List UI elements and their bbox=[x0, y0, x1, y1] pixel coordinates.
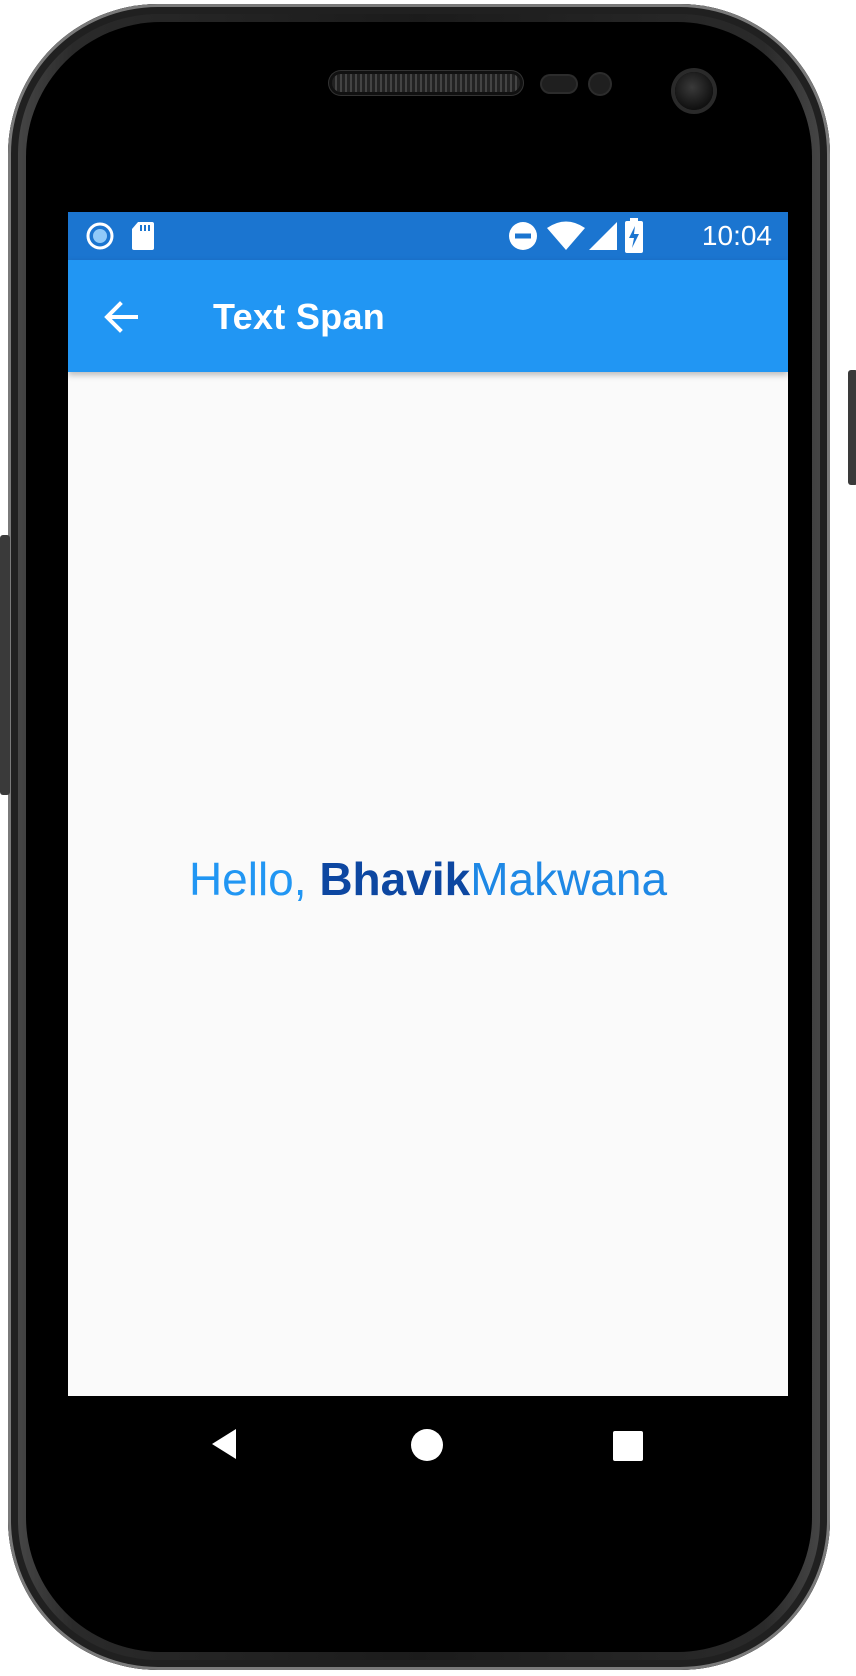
status-time: 10:04 bbox=[701, 220, 772, 251]
volume-button bbox=[0, 535, 10, 795]
page-title: Text Span bbox=[213, 296, 386, 337]
app-bar: Text Span bbox=[68, 260, 788, 372]
rich-text: Hello, BhavikMakwana bbox=[68, 852, 788, 906]
device-screen: 10:04 Text Span Hello, BhavikMakwana bbox=[68, 212, 788, 1492]
wifi-icon bbox=[547, 221, 585, 250]
recents-square-icon[interactable] bbox=[612, 1430, 644, 1462]
text-span-bhavik: Bhavik bbox=[319, 853, 471, 905]
navigation-bar bbox=[68, 1396, 788, 1492]
do-not-disturb-icon bbox=[509, 222, 537, 250]
signal-icon bbox=[589, 222, 617, 250]
power-button bbox=[848, 370, 856, 485]
text-span-hello: Hello, bbox=[188, 853, 320, 905]
home-circle-icon[interactable] bbox=[410, 1428, 444, 1462]
light-sensor bbox=[590, 74, 610, 94]
battery-charging-icon bbox=[625, 218, 643, 253]
back-button[interactable] bbox=[96, 292, 146, 342]
front-camera bbox=[675, 72, 713, 110]
sd-card-icon bbox=[132, 222, 154, 250]
circle-notification-icon bbox=[86, 222, 114, 250]
proximity-sensor bbox=[542, 76, 576, 92]
status-bar: 10:04 bbox=[68, 212, 788, 260]
back-triangle-icon[interactable] bbox=[208, 1426, 240, 1462]
arrow-back-icon bbox=[104, 301, 138, 333]
earpiece-speaker bbox=[332, 74, 520, 92]
text-span-makwana: Makwana bbox=[470, 853, 668, 905]
